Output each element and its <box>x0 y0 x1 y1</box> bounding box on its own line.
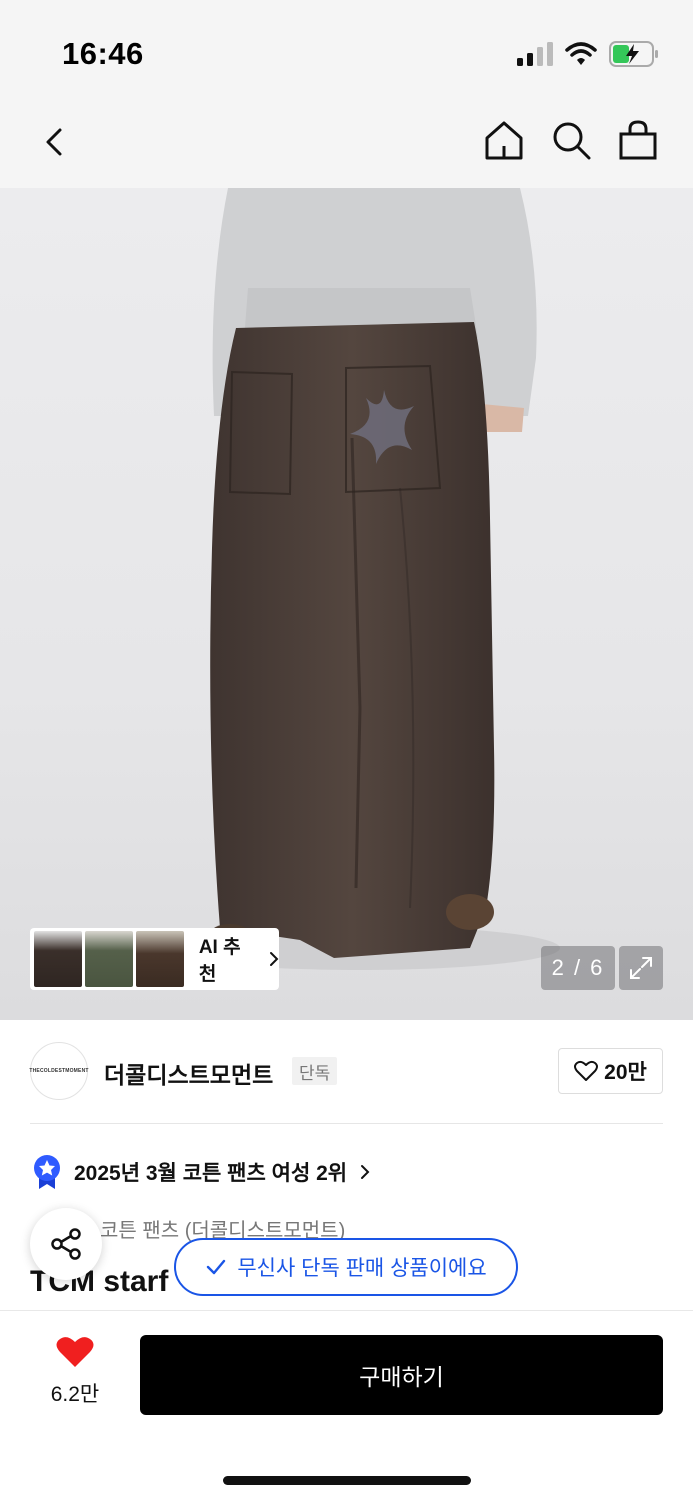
exclusive-badge: 단독 <box>292 1057 338 1085</box>
ranking-row[interactable]: 2025년 3월 코튼 팬츠 여성 2위 <box>32 1152 371 1192</box>
wishlist-count: 6.2만 <box>50 1383 100 1406</box>
expand-icon <box>630 957 652 979</box>
share-icon <box>51 1228 81 1260</box>
heart-outline-icon <box>574 1060 599 1081</box>
brand-like-count: 20만 <box>604 1061 647 1084</box>
image-counter: 2 / 6 <box>541 946 615 990</box>
product-image-gallery[interactable] <box>0 188 693 1020</box>
brand-logo[interactable]: THECOLDESTMOMENT <box>29 1042 89 1100</box>
exclusive-toast: 무신사 단독 판매 상품이에요 <box>174 1238 518 1296</box>
ranking-text: 2025년 3월 코튼 팬츠 여성 2위 <box>74 1162 348 1185</box>
ai-thumb-3 <box>135 931 184 987</box>
shopping-bag-icon <box>619 120 657 160</box>
bottom-action-bar: 6.2만 구매하기 <box>0 1310 693 1500</box>
status-time: 16:46 <box>62 36 144 71</box>
brand-like-button[interactable]: 20만 <box>558 1048 663 1094</box>
product-photo <box>160 188 560 970</box>
check-icon <box>207 1259 226 1275</box>
heart-filled-icon <box>56 1337 94 1367</box>
brand-name[interactable]: 더콜디스트모먼트 <box>104 1056 273 1090</box>
brand-row: THECOLDESTMOMENT 더콜디스트모먼트 단독 20만 <box>29 1042 663 1102</box>
signal-icon <box>517 42 553 66</box>
chevron-right-icon <box>361 1165 370 1179</box>
chevron-left-icon <box>46 128 62 156</box>
share-button[interactable] <box>30 1208 102 1280</box>
expand-button[interactable] <box>619 946 663 990</box>
ai-thumb-2 <box>84 931 133 987</box>
buy-button[interactable]: 구매하기 <box>140 1335 663 1415</box>
chevron-right-icon <box>269 952 279 966</box>
ai-recommend-label: AI 추천 <box>198 937 241 985</box>
home-indicator <box>223 1476 471 1485</box>
ranking-badge-icon <box>34 1155 60 1189</box>
battery-charging-icon <box>609 41 658 67</box>
wishlist-button[interactable]: 6.2만 <box>40 1335 110 1415</box>
brand-logo-text: THECOLDESTMOMENT <box>29 1068 89 1074</box>
top-nav <box>0 100 693 188</box>
status-icons <box>517 40 659 68</box>
ai-recommend-chip[interactable]: AI 추천 <box>30 928 279 990</box>
cart-button[interactable] <box>616 118 660 164</box>
wifi-icon <box>565 42 597 65</box>
status-bar: 16:46 <box>0 0 693 100</box>
ai-thumb-1 <box>34 931 82 987</box>
divider <box>30 1123 663 1124</box>
search-icon <box>553 122 591 160</box>
back-button[interactable] <box>36 120 76 164</box>
search-button[interactable] <box>549 118 593 164</box>
home-icon <box>485 121 523 160</box>
toast-text: 무신사 단독 판매 상품이에요 <box>237 1257 487 1280</box>
home-button[interactable] <box>482 118 526 164</box>
